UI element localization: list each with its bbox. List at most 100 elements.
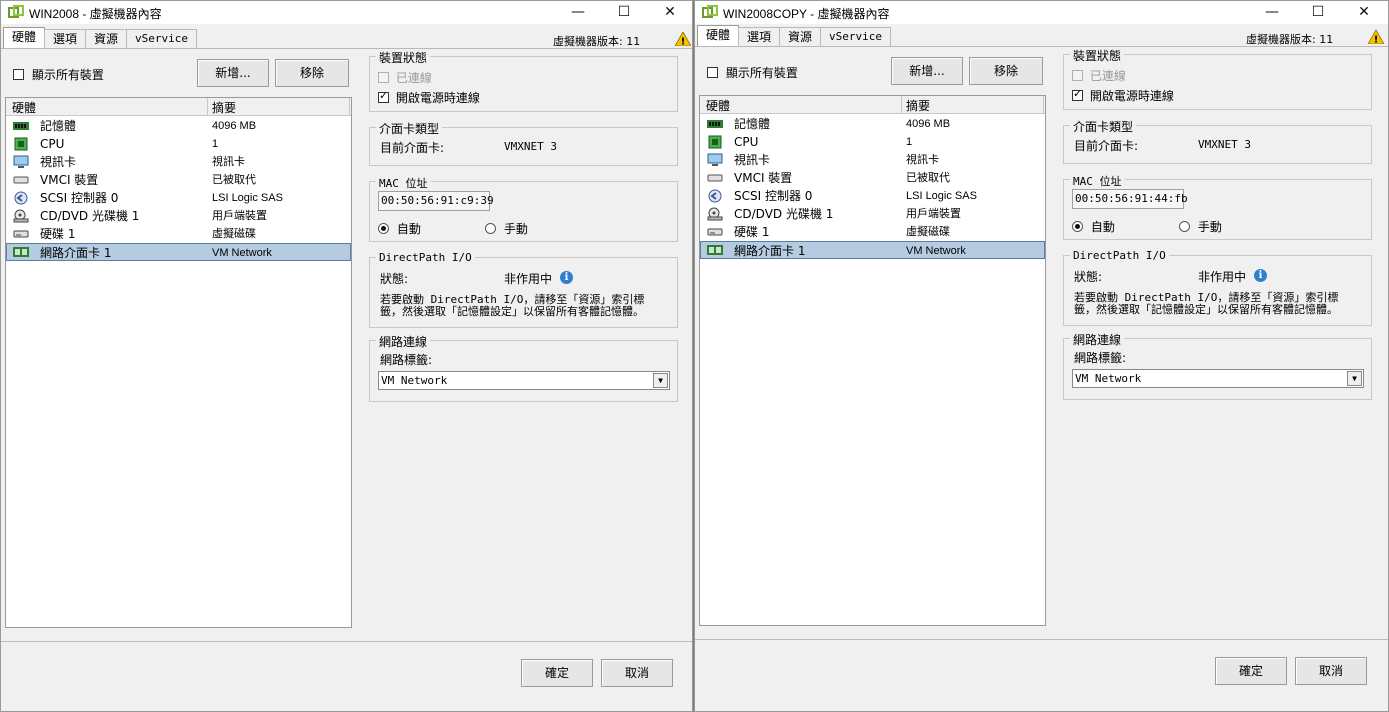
checkbox-box[interactable] (13, 69, 24, 80)
connected-label: 已連線 (395, 71, 432, 85)
tab-options[interactable]: 選項 (44, 29, 87, 49)
title-bar[interactable]: WIN2008COPY - 虛擬機器內容 — ☐ ✕ (695, 1, 1388, 25)
mac-auto-radio[interactable]: 自動 (378, 220, 421, 237)
checkbox-box[interactable] (378, 72, 389, 83)
window-title: WIN2008COPY - 虛擬機器內容 (723, 7, 890, 21)
device-name: 記憶體 (734, 117, 771, 131)
connected-checkbox[interactable]: 已連線 (1072, 67, 1126, 84)
device-row-cpu[interactable]: CPU 1 (6, 135, 351, 153)
device-row-cpu[interactable]: CPU 1 (700, 133, 1045, 151)
device-row-hard-disk[interactable]: 硬碟 1 虛擬磁碟 (700, 223, 1045, 241)
mac-manual-label: 手動 (1197, 220, 1222, 234)
device-row-memory[interactable]: 記憶體 4096 MB (700, 115, 1045, 133)
minimize-button[interactable]: — (1249, 1, 1295, 24)
ok-button[interactable]: 確定 (521, 659, 593, 687)
directpath-note-line: 籤，然後選取「記憶體設定」以保留所有客體記憶體。 (380, 305, 644, 318)
connect-at-power-on-checkbox[interactable]: 開啟電源時連線 (378, 89, 480, 106)
radio-dot[interactable] (1072, 221, 1083, 232)
connect-at-power-on-checkbox[interactable]: 開啟電源時連線 (1072, 87, 1174, 104)
device-row-network-adapter[interactable]: 網路介面卡 1 VM Network (700, 241, 1045, 259)
column-separator[interactable] (207, 98, 208, 115)
device-row-memory[interactable]: 記憶體 4096 MB (6, 117, 351, 135)
adapter-type-group: 介面卡類型 目前介面卡: VMXNET 3 (1063, 118, 1372, 164)
mac-manual-radio[interactable]: 手動 (485, 220, 528, 237)
remove-button[interactable]: 移除 (969, 57, 1043, 85)
radio-dot[interactable] (485, 223, 496, 234)
checkbox-box[interactable] (378, 89, 389, 103)
tab-resources[interactable]: 資源 (779, 27, 822, 47)
network-label-title: 網路標籤: (1074, 351, 1127, 365)
device-row-cd-dvd[interactable]: CD/DVD 光碟機 1 用戶端裝置 (700, 205, 1045, 223)
close-button[interactable]: ✕ (647, 1, 692, 24)
chevron-down-icon[interactable]: ▼ (653, 373, 668, 388)
device-row-vmci[interactable]: VMCI 裝置 已被取代 (6, 171, 351, 189)
device-row-vmci[interactable]: VMCI 裝置 已被取代 (700, 169, 1045, 187)
add-button[interactable]: 新增... (197, 59, 269, 87)
mac-address-field[interactable]: 00:50:56:91:44:fb (1072, 189, 1188, 209)
tab-hardware[interactable]: 硬體 (3, 27, 46, 49)
adapter-type-title: 介面卡類型 (376, 120, 443, 137)
tab-resources[interactable]: 資源 (85, 29, 128, 49)
device-row-scsi-controller[interactable]: SCSI 控制器 0 LSI Logic SAS (6, 189, 351, 207)
hard-disk-icon (707, 228, 723, 236)
cpu-icon (14, 137, 28, 151)
cancel-button[interactable]: 取消 (1295, 657, 1367, 685)
hardware-list[interactable]: 硬體 摘要 記憶體 4096 MB CPU 1 視訊卡 視訊卡 VMCI 裝置 … (5, 97, 352, 628)
add-button[interactable]: 新增... (891, 57, 963, 85)
radio-dot[interactable] (378, 223, 389, 234)
cancel-button[interactable]: 取消 (601, 659, 673, 687)
tab-vservice[interactable]: vService (126, 29, 198, 49)
checkbox-box[interactable] (1072, 87, 1083, 101)
minimize-button[interactable]: — (555, 1, 601, 24)
network-label-select[interactable]: VM Network ▼ (1072, 369, 1364, 388)
column-separator[interactable] (901, 96, 902, 113)
ok-button[interactable]: 確定 (1215, 657, 1287, 685)
checkbox-box[interactable] (1072, 70, 1083, 81)
mac-auto-label: 自動 (1090, 220, 1115, 234)
tab-options[interactable]: 選項 (738, 27, 781, 47)
device-status-group: 裝置狀態 已連線 開啟電源時連線 (1063, 47, 1372, 110)
network-label-select[interactable]: VM Network ▼ (378, 371, 670, 390)
show-all-devices-checkbox[interactable]: 顯示所有裝置 (707, 64, 798, 81)
device-summary: 用戶端裝置 (212, 210, 267, 222)
column-header-summary[interactable]: 摘要 (906, 97, 930, 114)
device-name: 網路介面卡 1 (734, 244, 806, 258)
vmci-icon (707, 174, 723, 182)
column-header-hardware[interactable]: 硬體 (706, 97, 730, 114)
info-icon[interactable]: i (1254, 269, 1267, 282)
network-label-selected: VM Network (1075, 372, 1142, 385)
hardware-list[interactable]: 硬體 摘要 記憶體 4096 MB CPU 1 視訊卡 視訊卡 VMCI 裝置 … (699, 95, 1046, 626)
column-separator[interactable] (349, 98, 350, 115)
mac-address-field[interactable]: 00:50:56:91:c9:39 (378, 191, 494, 211)
column-separator[interactable] (1043, 96, 1044, 113)
maximize-button[interactable]: ☐ (601, 1, 647, 24)
column-header-summary[interactable]: 摘要 (212, 99, 236, 116)
device-row-cd-dvd[interactable]: CD/DVD 光碟機 1 用戶端裝置 (6, 207, 351, 225)
connected-checkbox[interactable]: 已連線 (378, 69, 432, 86)
remove-button[interactable]: 移除 (275, 59, 349, 87)
device-row-scsi-controller[interactable]: SCSI 控制器 0 LSI Logic SAS (700, 187, 1045, 205)
mac-auto-radio[interactable]: 自動 (1072, 218, 1115, 235)
column-header-hardware[interactable]: 硬體 (12, 99, 36, 116)
show-all-devices-checkbox[interactable]: 顯示所有裝置 (13, 66, 104, 83)
tab-hardware[interactable]: 硬體 (697, 25, 740, 47)
device-row-video-card[interactable]: 視訊卡 視訊卡 (700, 151, 1045, 169)
tab-vservice[interactable]: vService (820, 27, 892, 47)
device-row-network-adapter[interactable]: 網路介面卡 1 VM Network (6, 243, 351, 261)
title-bar[interactable]: WIN2008 - 虛擬機器內容 — ☐ ✕ (1, 1, 692, 25)
mac-manual-radio[interactable]: 手動 (1179, 218, 1222, 235)
device-row-video-card[interactable]: 視訊卡 視訊卡 (6, 153, 351, 171)
device-row-hard-disk[interactable]: 硬碟 1 虛擬磁碟 (6, 225, 351, 243)
info-icon[interactable]: i (560, 271, 573, 284)
cd-dvd-icon (13, 209, 29, 223)
vm-version-label: 虛擬機器版本: 11 (553, 35, 641, 48)
close-button[interactable]: ✕ (1341, 1, 1387, 24)
mac-address-title: MAC 位址 (1070, 173, 1125, 189)
radio-dot[interactable] (1179, 221, 1190, 232)
checkbox-box[interactable] (707, 67, 718, 78)
maximize-button[interactable]: ☐ (1295, 1, 1341, 24)
button-bar-divider (1, 641, 692, 642)
chevron-down-icon[interactable]: ▼ (1347, 371, 1362, 386)
current-adapter-value: VMXNET 3 (1198, 138, 1251, 151)
device-summary: 虛擬磁碟 (212, 228, 256, 240)
